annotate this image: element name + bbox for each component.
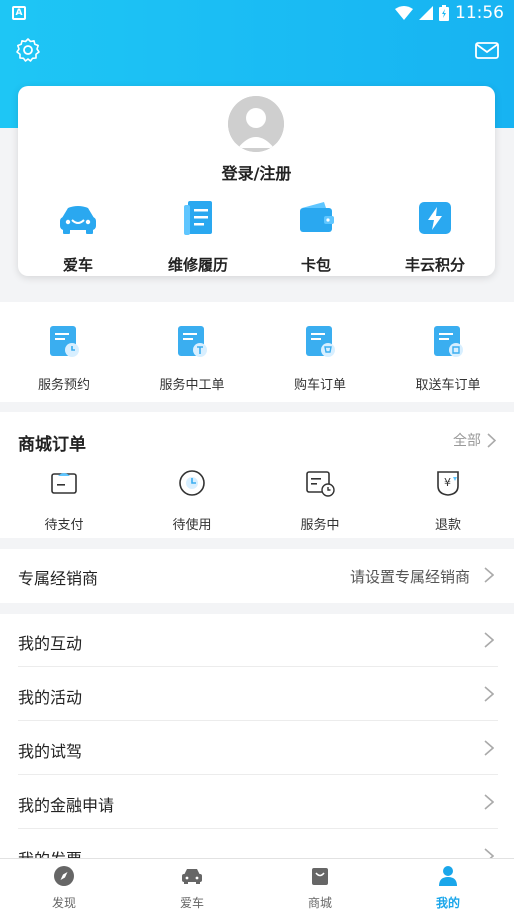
status-bar: A 11:56 xyxy=(0,0,514,28)
card-item-points[interactable]: 丰云积分 xyxy=(385,196,485,275)
profile-card: 登录/注册 爱车 维修履历 卡包 丰云积分 xyxy=(18,86,495,276)
system-indicators: 11:56 xyxy=(395,3,504,23)
battery-icon xyxy=(439,5,449,21)
tab-mine[interactable]: 我的 xyxy=(384,865,512,911)
card-item-label: 维修履历 xyxy=(167,256,228,274)
tab-discover[interactable]: 发现 xyxy=(0,865,128,911)
menu-item-activities[interactable]: 我的活动 xyxy=(18,668,498,721)
work-order-icon xyxy=(178,326,207,357)
card-item-label: 爱车 xyxy=(62,256,93,274)
service-appointment-icon xyxy=(50,326,79,357)
service-label: 购车订单 xyxy=(293,378,346,393)
menu-item-label: 我的金融申请 xyxy=(18,796,115,815)
settings-gear-icon[interactable] xyxy=(14,36,42,64)
service-pickup-order[interactable]: 取送车订单 xyxy=(384,324,512,393)
service-section: 服务预约 服务中工单 购车订单 取送车订单 xyxy=(0,302,514,402)
chevron-right-icon xyxy=(484,794,494,810)
order-label: 待支付 xyxy=(44,518,84,533)
service-appointment[interactable]: 服务预约 xyxy=(0,324,128,393)
menu-list: 我的互动 我的活动 我的试驾 我的金融申请 我的发票 xyxy=(0,614,514,858)
message-envelope-icon[interactable] xyxy=(474,36,500,64)
dealer-placeholder: 请设置专属经销商 xyxy=(349,568,470,586)
menu-item-label: 我的活动 xyxy=(18,688,83,707)
service-label: 服务中工单 xyxy=(159,378,225,393)
menu-item-label: 我的发票 xyxy=(18,846,82,858)
mall-orders-title: 商城订单 xyxy=(18,435,86,455)
tab-label: 我的 xyxy=(435,896,460,910)
order-label: 待使用 xyxy=(172,518,212,533)
menu-item-interactions[interactable]: 我的互动 xyxy=(18,614,498,667)
pending-payment-icon xyxy=(51,473,77,494)
tab-label: 发现 xyxy=(51,896,76,910)
default-avatar-icon xyxy=(228,96,284,152)
svg-text:¥: ¥ xyxy=(444,476,451,489)
order-label: 服务中 xyxy=(300,518,340,533)
notification-a-icon: A xyxy=(12,6,26,20)
car-icon xyxy=(60,206,96,234)
clock: 11:56 xyxy=(455,3,504,23)
menu-item-finance-application[interactable]: 我的金融申请 xyxy=(18,776,498,829)
pending-use-icon xyxy=(179,470,205,496)
service-label: 服务预约 xyxy=(37,378,90,393)
dealer-row[interactable]: 专属经销商 请设置专属经销商 xyxy=(18,549,498,602)
service-work-order[interactable]: 服务中工单 xyxy=(128,324,256,393)
shopping-bag-icon xyxy=(312,868,328,885)
avatar[interactable] xyxy=(228,96,284,152)
person-icon xyxy=(439,866,457,886)
login-register-link[interactable]: 登录/注册 xyxy=(18,160,495,184)
tab-label: 爱车 xyxy=(179,896,204,910)
dealer-title: 专属经销商 xyxy=(18,569,99,588)
signal-icon xyxy=(419,6,433,20)
all-label: 全部 xyxy=(453,433,481,449)
menu-item-label: 我的试驾 xyxy=(18,742,83,761)
chevron-right-icon xyxy=(484,740,494,756)
bottom-tab-bar: 发现 爱车 商城 我的 xyxy=(0,858,514,913)
maintenance-record-icon xyxy=(184,201,212,235)
chevron-right-icon xyxy=(484,567,494,583)
in-service-icon xyxy=(306,471,335,497)
refund-icon: ¥ xyxy=(437,471,459,496)
card-item-wallet[interactable]: 卡包 xyxy=(266,196,366,275)
card-item-label: 卡包 xyxy=(300,256,331,274)
tab-car[interactable]: 爱车 xyxy=(128,865,256,911)
car-icon xyxy=(182,869,202,884)
order-pending-payment[interactable]: 待支付 xyxy=(0,468,128,533)
service-purchase-order[interactable]: 购车订单 xyxy=(256,324,384,393)
card-item-car[interactable]: 爱车 xyxy=(28,196,128,275)
pickup-order-icon xyxy=(434,326,463,357)
menu-item-test-drive[interactable]: 我的试驾 xyxy=(18,722,498,775)
mall-orders-section: 商城订单 全部 待支付 待使用 服务中 ¥ 退款 xyxy=(0,412,514,538)
service-label: 取送车订单 xyxy=(415,378,481,393)
dealer-section: 专属经销商 请设置专属经销商 xyxy=(0,549,514,603)
points-bolt-icon xyxy=(419,202,451,234)
chevron-right-icon xyxy=(484,686,494,702)
order-refund[interactable]: ¥ 退款 xyxy=(384,468,512,533)
chevron-right-icon xyxy=(484,632,494,648)
wallet-icon xyxy=(300,202,334,232)
chevron-right-icon xyxy=(487,432,496,448)
order-label: 退款 xyxy=(434,518,461,533)
compass-icon xyxy=(54,866,74,886)
menu-item-label: 我的互动 xyxy=(18,634,83,653)
card-item-maintenance[interactable]: 维修履历 xyxy=(148,196,248,275)
menu-item-invoice[interactable]: 我的发票 xyxy=(18,830,498,858)
mall-orders-all-link[interactable]: 全部 xyxy=(453,430,496,450)
chevron-right-icon xyxy=(484,848,494,858)
wifi-icon xyxy=(395,6,413,20)
order-pending-use[interactable]: 待使用 xyxy=(128,468,256,533)
order-in-service[interactable]: 服务中 xyxy=(256,468,384,533)
card-item-label: 丰云积分 xyxy=(404,256,465,274)
tab-mall[interactable]: 商城 xyxy=(256,865,384,911)
purchase-order-icon xyxy=(306,326,335,357)
tab-label: 商城 xyxy=(307,896,332,910)
